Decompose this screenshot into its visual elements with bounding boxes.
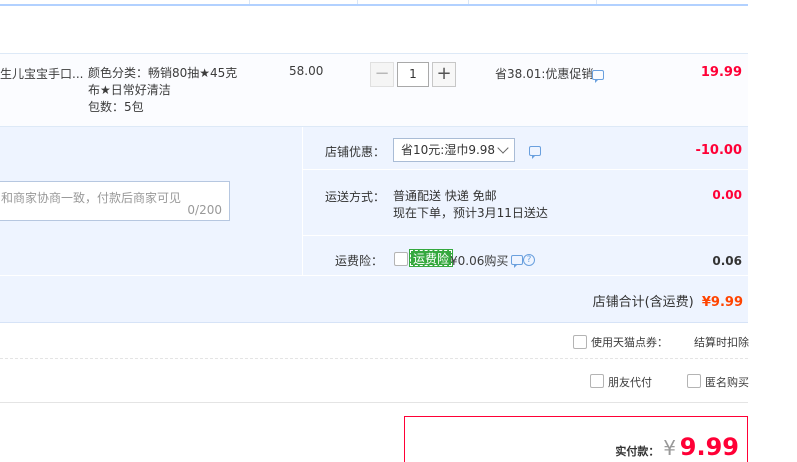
item-promotion: 省38.01:优惠促销 xyxy=(495,65,593,82)
buyer-message-count: 0/200 xyxy=(187,203,222,217)
insurance-amount: 0.06 xyxy=(712,254,742,268)
insurance-price: ¥0.06购买 xyxy=(450,254,509,268)
quantity-increase-button[interactable]: + xyxy=(432,62,456,87)
divider xyxy=(0,358,748,359)
order-item-row: 生儿宝宝手口... 颜色分类：畅销80抽★45克布★日常好清洁 包数：5包 58… xyxy=(0,53,748,127)
item-sku-count: 包数：5包 xyxy=(88,100,144,114)
header-divider xyxy=(596,0,597,4)
shop-subtotal-label: 店铺合计(含运费) xyxy=(592,295,694,310)
insurance-tag: 运费险 xyxy=(408,249,454,267)
anonymous-checkbox[interactable] xyxy=(687,374,701,388)
chat-icon[interactable] xyxy=(511,255,523,268)
tmall-points-checkbox[interactable] xyxy=(573,335,587,349)
header-divider xyxy=(249,0,250,4)
shipping-eta: 现在下单，预计3月11日送达 xyxy=(393,206,548,220)
chat-icon[interactable] xyxy=(529,146,541,159)
chevron-down-icon xyxy=(497,142,509,154)
table-header-underline xyxy=(0,4,748,6)
quantity-decrease-button[interactable]: − xyxy=(370,62,394,87)
section-divider xyxy=(0,275,748,276)
item-unit-price: 58.00 xyxy=(289,64,324,78)
shop-coupon-label: 店铺优惠： xyxy=(325,145,386,159)
friend-pay-checkbox[interactable] xyxy=(590,374,604,388)
payment-summary-box: 实付款： ¥ 9.99 xyxy=(404,416,748,462)
header-divider xyxy=(468,0,469,4)
buyer-message-placeholder: 和商家协商一致，付款后商家可见 xyxy=(1,191,182,205)
shop-coupon-value: 省10元:湿巾9.98 xyxy=(401,143,496,157)
insurance-label: 运费险： xyxy=(335,254,384,268)
shop-coupon-select[interactable]: 省10元:湿巾9.98 xyxy=(393,138,515,162)
divider xyxy=(0,402,748,403)
payment-amount: 9.99 xyxy=(679,433,739,461)
item-title-link[interactable]: 生儿宝宝手口... xyxy=(0,65,83,82)
chat-icon[interactable] xyxy=(592,70,604,83)
item-promotion-text: 省38.01:优惠促销 xyxy=(495,67,594,81)
section-divider xyxy=(302,127,303,275)
buyer-message-input[interactable]: 和商家协商一致，付款后商家可见 0/200 xyxy=(0,181,230,221)
quantity-input[interactable]: 1 xyxy=(397,62,429,87)
shop-subtotal-value: ¥9.99 xyxy=(701,295,743,310)
section-divider xyxy=(303,235,748,236)
payment-label: 实付款： xyxy=(615,445,660,458)
shop-order-section: 店铺优惠： 省10元:湿巾9.98 -10.00 和商家协商一致，付款后商家可见… xyxy=(0,127,748,323)
friend-pay-label: 朋友代付 xyxy=(608,376,652,389)
shop-subtotal: 店铺合计(含运费) ¥9.99 xyxy=(593,291,743,310)
item-sku-info: 颜色分类：畅销80抽★45克布★日常好清洁 包数：5包 xyxy=(88,65,248,116)
help-icon[interactable]: ? xyxy=(523,254,535,266)
shop-coupon-amount: -10.00 xyxy=(695,143,742,158)
shipping-info: 普通配送 快递 免邮 现在下单，预计3月11日送达 xyxy=(393,188,548,222)
shipping-amount: 0.00 xyxy=(712,188,742,202)
item-sku-color: 颜色分类：畅销80抽★45克布★日常好清洁 xyxy=(88,66,238,97)
item-subtotal: 19.99 xyxy=(700,65,742,80)
tmall-points-note: 结算时扣除 xyxy=(694,336,749,349)
payment-total: 实付款： ¥ 9.99 xyxy=(615,433,739,461)
insurance-checkbox[interactable] xyxy=(394,252,408,266)
shipping-label: 运送方式： xyxy=(325,190,386,204)
section-divider xyxy=(303,169,748,170)
shipping-method: 普通配送 快递 免邮 xyxy=(393,189,497,203)
header-divider xyxy=(357,0,358,4)
anonymous-label: 匿名购买 xyxy=(705,376,749,389)
tmall-points-label: 使用天猫点券： xyxy=(591,336,668,349)
payment-currency: ¥ xyxy=(663,436,676,460)
